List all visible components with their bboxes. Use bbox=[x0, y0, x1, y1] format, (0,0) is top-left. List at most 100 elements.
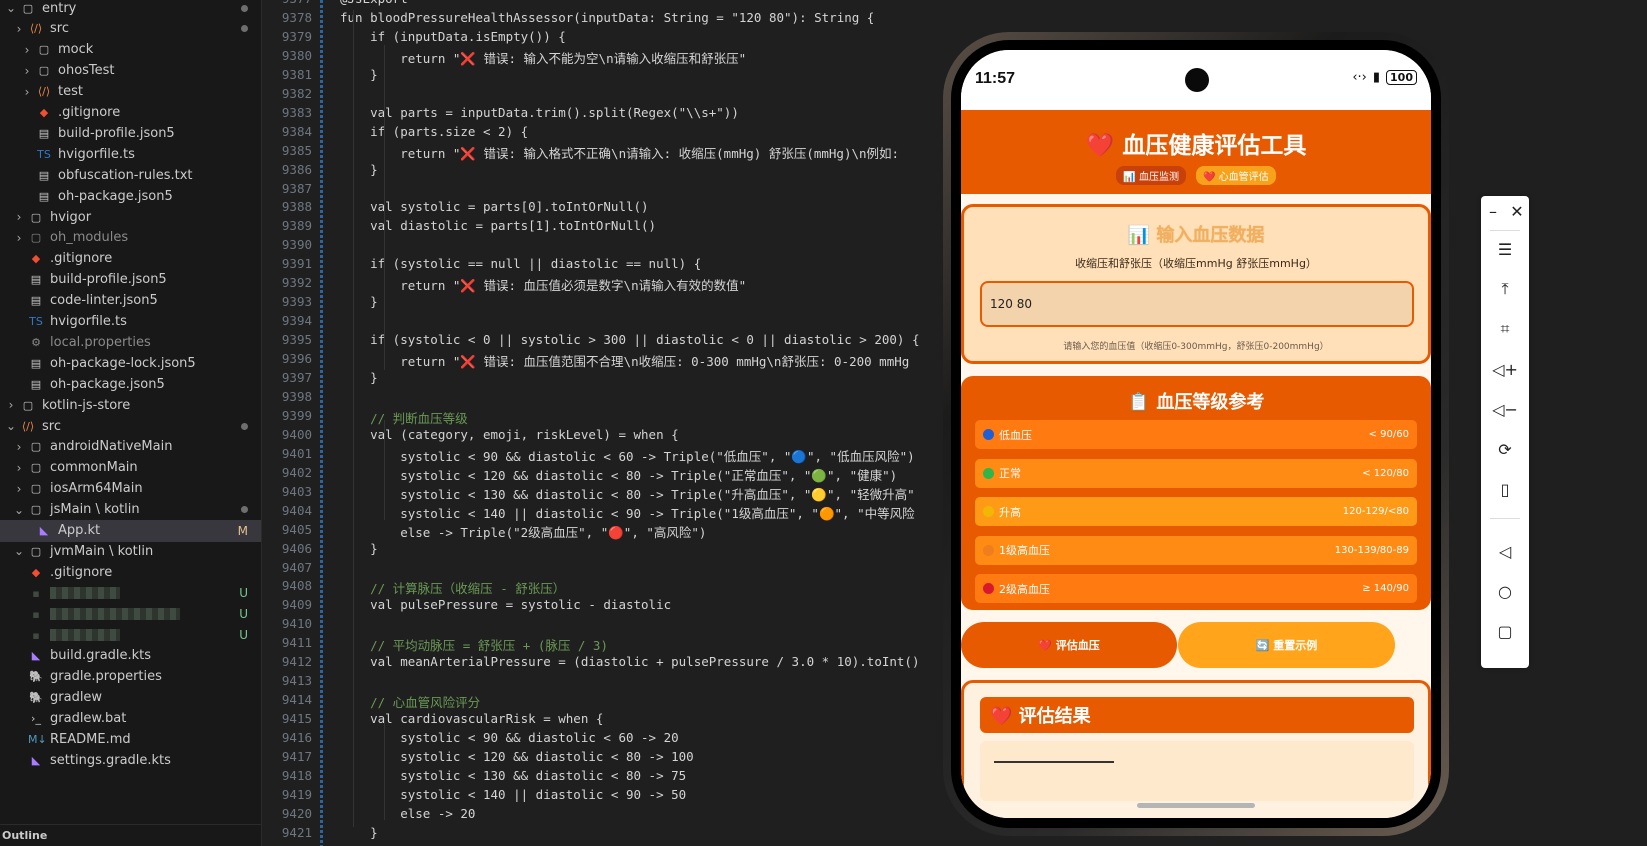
code-line[interactable]: return "❌ 错误: 血压值范围不合理\n收缩压: 0-300 mmHg\… bbox=[340, 351, 909, 370]
tree-item[interactable]: › ▢ ohosTest bbox=[0, 60, 261, 82]
outline-panel-header[interactable]: Outline bbox=[0, 824, 261, 846]
chevron-icon[interactable]: ⌄ bbox=[12, 503, 26, 517]
tree-item[interactable]: ▤ build-profile.json5 bbox=[0, 122, 261, 144]
code-line[interactable]: } bbox=[340, 162, 378, 177]
tree-item[interactable]: › ⟨/⟩ test bbox=[0, 81, 261, 103]
tree-item[interactable]: › ▢ oh_modules bbox=[0, 227, 261, 249]
tree-item[interactable]: TS hvigorfile.ts bbox=[0, 311, 261, 333]
tree-item[interactable]: ▤ code-linter.json5 bbox=[0, 290, 261, 312]
tree-item[interactable]: ◆ .gitignore bbox=[0, 248, 261, 270]
code-line[interactable]: // 计算脉压（收缩压 - 舒张压） bbox=[340, 578, 565, 597]
code-line[interactable]: else -> Triple("2级高血压", "🔴", "高风险") bbox=[340, 522, 706, 541]
code-line[interactable]: systolic < 140 || diastolic < 90 -> Trip… bbox=[340, 503, 914, 522]
code-line[interactable]: if (inputData.isEmpty()) { bbox=[340, 29, 566, 44]
code-line[interactable]: val cardiovascularRisk = when { bbox=[340, 711, 603, 726]
code-line[interactable]: else -> 20 bbox=[340, 806, 475, 821]
tree-item[interactable]: ◣ settings.gradle.kts bbox=[0, 749, 261, 771]
reset-button[interactable]: 🔄 重置示例 bbox=[1178, 622, 1395, 668]
code-line[interactable]: // 心血管风险评分 bbox=[340, 692, 480, 711]
code-line[interactable]: fun bloodPressureHealthAssessor(inputDat… bbox=[340, 10, 874, 25]
code-line[interactable]: // 平均动脉压 = 舒张压 + (脉压 / 3) bbox=[340, 635, 608, 654]
home-icon[interactable]: ○ bbox=[1481, 576, 1529, 606]
code-line[interactable]: @JsExport bbox=[340, 0, 408, 6]
chevron-icon[interactable]: › bbox=[20, 43, 34, 57]
code-line[interactable]: systolic < 140 || diastolic < 90 -> 50 bbox=[340, 787, 686, 802]
tree-item[interactable]: TS hvigorfile.ts bbox=[0, 143, 261, 165]
chevron-icon[interactable]: ⌄ bbox=[4, 419, 18, 433]
code-line[interactable]: } bbox=[340, 67, 378, 82]
chevron-icon[interactable]: › bbox=[4, 398, 18, 412]
tree-item[interactable]: 🐘 gradle.properties bbox=[0, 666, 261, 688]
fold-icon[interactable]: ▯ bbox=[1481, 474, 1529, 504]
minimize-icon[interactable]: – bbox=[1481, 196, 1505, 226]
code-line[interactable]: systolic < 120 && diastolic < 80 -> Trip… bbox=[340, 465, 897, 484]
code-line[interactable]: } bbox=[340, 294, 378, 309]
code-line[interactable]: val parts = inputData.trim().split(Regex… bbox=[340, 105, 739, 120]
chevron-icon[interactable]: › bbox=[12, 482, 26, 496]
code-line[interactable]: return "❌ 错误: 输入不能为空\n请输入收缩压和舒张压" bbox=[340, 48, 746, 67]
tree-item[interactable]: ◆ .gitignore bbox=[0, 102, 261, 124]
tree-item[interactable]: 🐘 gradlew bbox=[0, 687, 261, 709]
tree-item[interactable]: › ⟨/⟩ src bbox=[0, 18, 261, 40]
chevron-icon[interactable]: ⌄ bbox=[12, 544, 26, 558]
code-line[interactable]: systolic < 130 && diastolic < 80 -> Trip… bbox=[340, 484, 914, 503]
tree-item[interactable]: ▤ oh-package-lock.json5 bbox=[0, 352, 261, 374]
close-icon[interactable]: ✕ bbox=[1505, 196, 1529, 226]
chevron-icon[interactable]: › bbox=[12, 231, 26, 245]
menu-icon[interactable]: ☰ bbox=[1481, 234, 1529, 264]
phone-screen[interactable]: 11:57 ‹·› ▮ 100 ❤️ 血压健康评估工具 📊 血压监测 ❤️ 心血… bbox=[961, 50, 1431, 818]
pin-top-icon[interactable]: ⤒ bbox=[1481, 274, 1529, 304]
code-line[interactable]: val (category, emoji, riskLevel) = when … bbox=[340, 427, 679, 442]
code-line[interactable]: systolic < 90 && diastolic < 60 -> Tripl… bbox=[340, 446, 914, 465]
tree-item[interactable]: ▤ build-profile.json5 bbox=[0, 269, 261, 291]
tree-item[interactable]: ◣ build.gradle.kts bbox=[0, 645, 261, 667]
chevron-icon[interactable]: ⌄ bbox=[4, 1, 18, 15]
code-line[interactable]: systolic < 90 && diastolic < 60 -> 20 bbox=[340, 730, 678, 745]
tree-item[interactable]: ▤ oh-package.json5 bbox=[0, 373, 261, 395]
code-line[interactable]: if (systolic < 0 || systolic > 300 || di… bbox=[340, 332, 919, 347]
chevron-icon[interactable]: › bbox=[12, 22, 26, 36]
tree-item[interactable]: ◣ App.kt M bbox=[0, 519, 261, 542]
code-line[interactable]: if (parts.size < 2) { bbox=[340, 124, 528, 139]
code-line[interactable]: val diastolic = parts[1].toIntOrNull() bbox=[340, 218, 656, 233]
evaluate-button[interactable]: ❤️ 评估血压 bbox=[961, 622, 1177, 668]
tree-item[interactable]: › ▢ hvigor bbox=[0, 206, 261, 228]
code-line[interactable]: } bbox=[340, 541, 378, 556]
tree-item[interactable]: ▪ U bbox=[0, 624, 261, 646]
chevron-icon[interactable]: › bbox=[20, 64, 34, 78]
chevron-icon[interactable]: › bbox=[12, 440, 26, 454]
tree-item[interactable]: M↓ README.md bbox=[0, 729, 261, 751]
recents-icon[interactable]: ▢ bbox=[1481, 616, 1529, 646]
tree-item[interactable]: ⌄ ⟨/⟩ src bbox=[0, 415, 261, 437]
code-line[interactable]: return "❌ 错误: 血压值必须是数字\n请输入有效的数值" bbox=[340, 275, 746, 294]
volume-up-icon[interactable]: ◁+ bbox=[1481, 354, 1529, 384]
tree-item[interactable]: ▤ oh-package.json5 bbox=[0, 185, 261, 207]
code-line[interactable]: val pulsePressure = systolic - diastolic bbox=[340, 597, 671, 612]
tree-item[interactable]: › ▢ commonMain bbox=[0, 457, 261, 479]
code-line[interactable]: // 判断血压等级 bbox=[340, 408, 468, 427]
tree-item[interactable]: ›_ gradlew.bat bbox=[0, 708, 261, 730]
tree-item[interactable]: › ▢ androidNativeMain bbox=[0, 436, 261, 458]
code-line[interactable]: val meanArterialPressure = (diastolic + … bbox=[340, 654, 919, 669]
tree-item[interactable]: ▪ U bbox=[0, 582, 261, 604]
tree-item[interactable]: ▤ obfuscation-rules.txt bbox=[0, 164, 261, 186]
tree-item[interactable]: › ▢ kotlin-js-store bbox=[0, 394, 261, 416]
home-indicator[interactable] bbox=[1137, 803, 1255, 808]
tree-item[interactable]: ⌄ ▢ entry bbox=[0, 0, 261, 19]
back-icon[interactable]: ◁ bbox=[1481, 536, 1529, 566]
crop-icon[interactable]: ⌗ bbox=[1481, 314, 1529, 344]
code-line[interactable]: systolic < 120 && diastolic < 80 -> 100 bbox=[340, 749, 694, 764]
chevron-icon[interactable]: › bbox=[12, 210, 26, 224]
code-line[interactable]: if (systolic == null || diastolic == nul… bbox=[340, 256, 701, 271]
tree-item[interactable]: ⌄ ▢ jsMain \ kotlin bbox=[0, 499, 261, 521]
tree-item[interactable]: ⚙ local.properties bbox=[0, 331, 261, 353]
tree-item[interactable]: ▪ U bbox=[0, 603, 261, 625]
tree-item[interactable]: ◆ .gitignore bbox=[0, 561, 261, 583]
code-line[interactable]: val systolic = parts[0].toIntOrNull() bbox=[340, 199, 648, 214]
code-line[interactable]: systolic < 130 && diastolic < 80 -> 75 bbox=[340, 768, 686, 783]
code-line[interactable]: } bbox=[340, 370, 378, 385]
volume-down-icon[interactable]: ◁− bbox=[1481, 394, 1529, 424]
code-line[interactable]: return "❌ 错误: 输入格式不正确\n请输入: 收缩压(mmHg) 舒张… bbox=[340, 143, 899, 162]
bp-input[interactable] bbox=[980, 281, 1414, 327]
tree-item[interactable]: › ▢ mock bbox=[0, 39, 261, 61]
